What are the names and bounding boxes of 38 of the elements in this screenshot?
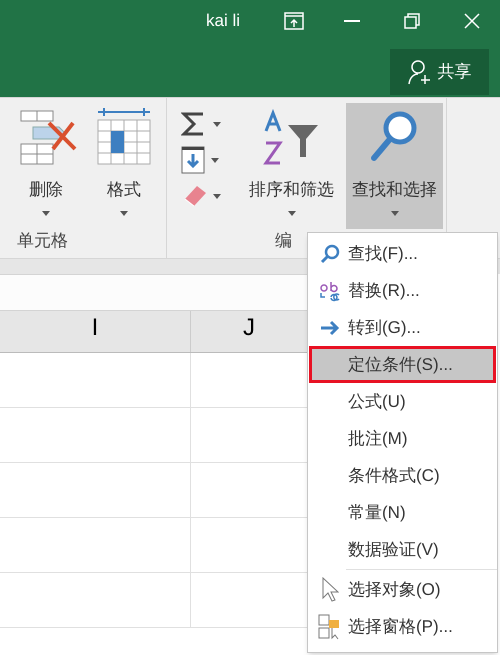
- close-icon[interactable]: [464, 13, 480, 29]
- menu-item[interactable]: 常量(N): [309, 494, 496, 531]
- caret-icon: [42, 210, 50, 216]
- column-header[interactable]: J: [243, 310, 255, 346]
- menu-item[interactable]: 条件格式(C): [309, 457, 496, 494]
- caret-icon: [211, 158, 219, 162]
- search-icon: [320, 244, 340, 264]
- replace-icon: [319, 280, 341, 302]
- menu-item[interactable]: 选择窗格(P)...: [309, 608, 496, 645]
- add-person-icon: [408, 59, 432, 85]
- pointer-icon: [321, 576, 339, 602]
- menu-item[interactable]: 转到(G)...: [309, 309, 496, 346]
- menu-item[interactable]: 选择对象(O): [309, 571, 496, 608]
- caret-icon: [120, 210, 128, 216]
- menu-item[interactable]: 批注(M): [309, 420, 496, 457]
- ribbon-display-icon[interactable]: [284, 12, 304, 30]
- ribbon-button[interactable]: 删除: [10, 103, 82, 229]
- right-arrow-icon: [320, 320, 340, 336]
- user-name: kai li: [206, 10, 240, 32]
- menu-item[interactable]: 替换(R)...: [309, 272, 496, 309]
- column-header[interactable]: I: [92, 310, 98, 346]
- caret-icon: [213, 122, 221, 126]
- caret-icon: [390, 210, 398, 216]
- menu-item[interactable]: 查找(F)...: [309, 235, 496, 272]
- caret-icon: [213, 194, 221, 198]
- ribbon-button[interactable]: 格式: [88, 103, 160, 229]
- caret-icon: [288, 210, 296, 216]
- group-label: 单元格: [17, 230, 68, 252]
- menu-item[interactable]: 定位条件(S)...: [309, 346, 496, 383]
- restore-icon[interactable]: [404, 13, 420, 29]
- menu-item[interactable]: 数据验证(V): [309, 531, 496, 568]
- group-label: 编: [275, 230, 292, 252]
- share-button[interactable]: 共享: [390, 49, 489, 95]
- selection-pane-icon: [318, 614, 342, 640]
- ribbon-button[interactable]: 排序和筛选: [243, 103, 340, 229]
- menu-item[interactable]: 公式(U): [309, 383, 496, 420]
- fill-down-icon: [181, 146, 205, 174]
- ribbon-button[interactable]: 查找和选择: [346, 103, 443, 229]
